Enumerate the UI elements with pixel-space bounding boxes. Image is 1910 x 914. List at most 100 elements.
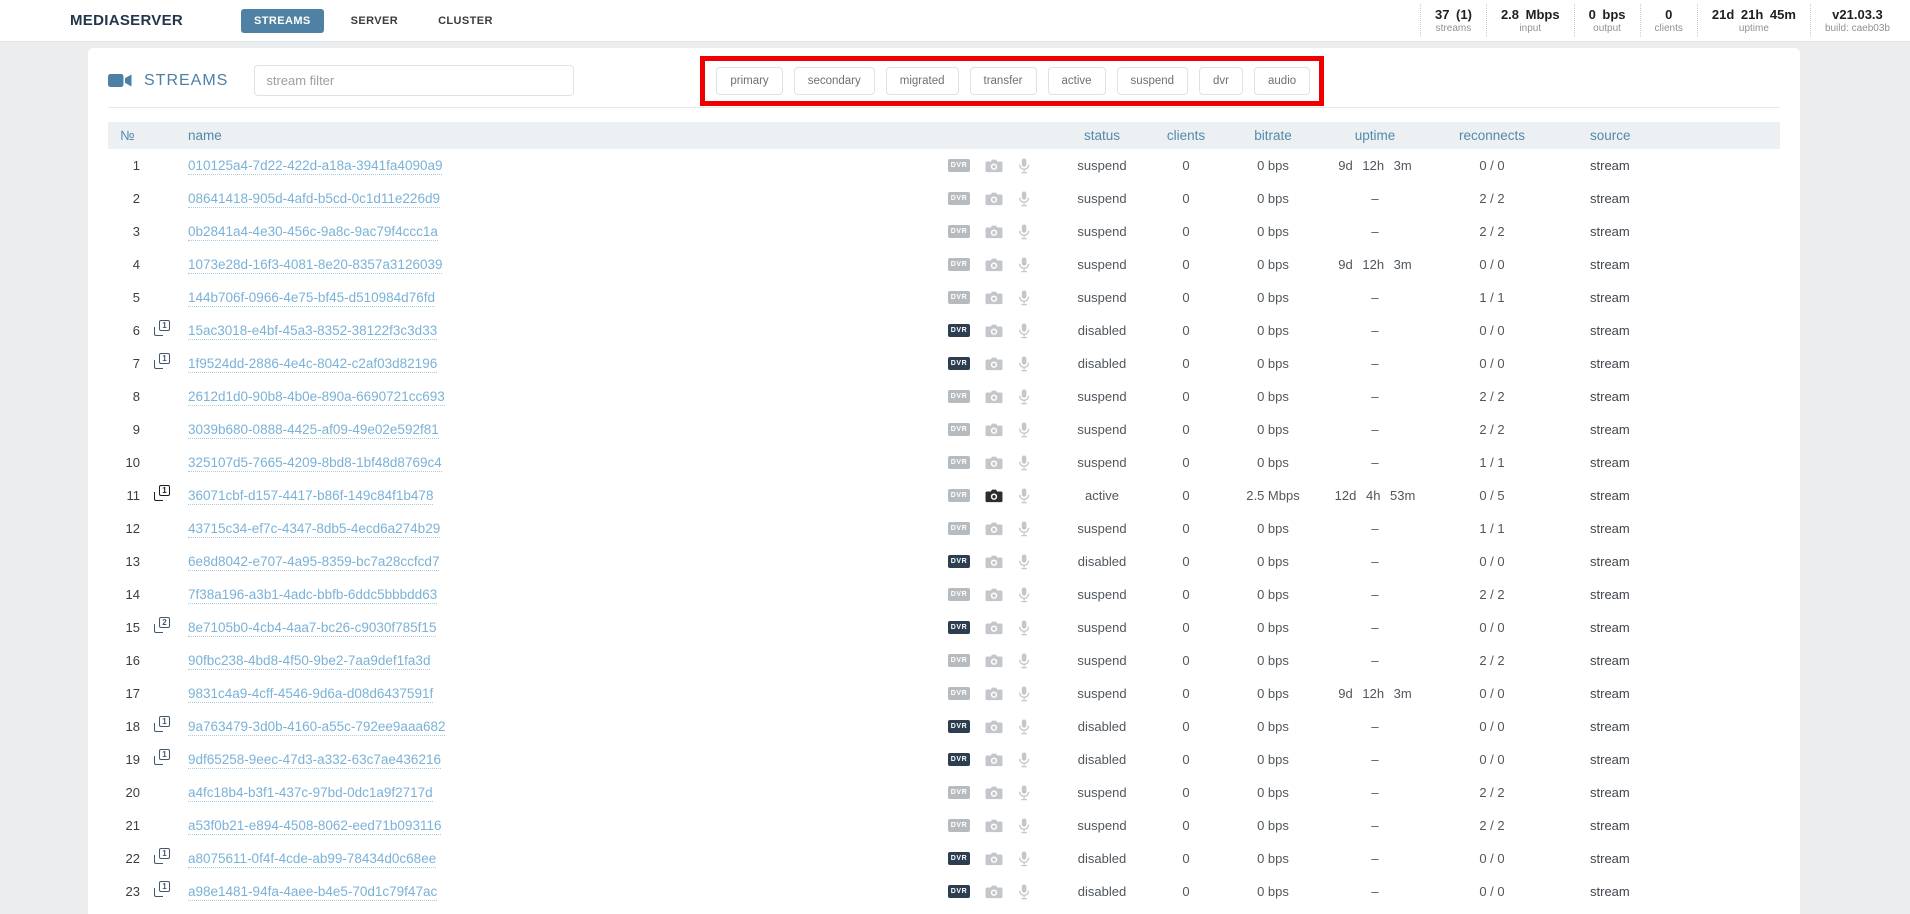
stream-name-link[interactable]: 3039b680-0888-4425-af09-49e02e592f81 [188, 422, 439, 439]
stream-name-link[interactable]: 8e7105b0-4cb4-4aa7-bc26-c9030f785f15 [188, 620, 436, 637]
dvr-badge[interactable]: DVR [948, 291, 970, 304]
dvr-badge[interactable]: DVR [948, 852, 970, 865]
microphone-icon[interactable] [1018, 356, 1030, 372]
stream-name-link[interactable]: 325107d5-7665-4209-8bd8-1bf48d8769c4 [188, 455, 442, 472]
camera-icon[interactable] [985, 851, 1003, 866]
microphone-icon[interactable] [1018, 389, 1030, 405]
dvr-badge[interactable]: DVR [948, 885, 970, 898]
stream-name-link[interactable]: a4fc18b4-b3f1-437c-97bd-0dc1a9f2717d [188, 785, 433, 802]
microphone-icon[interactable] [1018, 158, 1030, 174]
dvr-badge[interactable]: DVR [948, 423, 970, 436]
microphone-icon[interactable] [1018, 785, 1030, 801]
dvr-badge[interactable]: DVR [948, 357, 970, 370]
microphone-icon[interactable] [1018, 191, 1030, 207]
camera-icon[interactable] [985, 158, 1003, 173]
camera-icon[interactable] [985, 686, 1003, 701]
stream-name-link[interactable]: a53f0b21-e894-4508-8062-eed71b093116 [188, 818, 441, 835]
stream-name-link[interactable]: 9831c4a9-4cff-4546-9d6a-d08d6437591f [188, 686, 433, 703]
filter-button-secondary[interactable]: secondary [794, 67, 875, 95]
microphone-icon[interactable] [1018, 653, 1030, 669]
microphone-icon[interactable] [1018, 257, 1030, 273]
filter-button-transfer[interactable]: transfer [970, 67, 1037, 95]
stream-name-link[interactable]: 9a763479-3d0b-4160-a55c-792ee9aaa682 [188, 719, 445, 736]
filter-button-dvr[interactable]: dvr [1199, 67, 1243, 95]
camera-icon[interactable] [985, 224, 1003, 239]
microphone-icon[interactable] [1018, 620, 1030, 636]
camera-icon[interactable] [985, 785, 1003, 800]
microphone-icon[interactable] [1018, 488, 1030, 504]
dvr-badge[interactable]: DVR [948, 786, 970, 799]
microphone-icon[interactable] [1018, 290, 1030, 306]
dvr-badge[interactable]: DVR [948, 753, 970, 766]
camera-icon[interactable] [985, 620, 1003, 635]
stream-name-link[interactable]: 144b706f-0966-4e75-bf45-d510984d76fd [188, 290, 435, 307]
camera-icon[interactable] [985, 422, 1003, 437]
microphone-icon[interactable] [1018, 554, 1030, 570]
filter-button-migrated[interactable]: migrated [886, 67, 959, 95]
camera-icon[interactable] [985, 752, 1003, 767]
dvr-badge[interactable]: DVR [948, 588, 970, 601]
filter-button-suspend[interactable]: suspend [1117, 67, 1188, 95]
tab-server[interactable]: SERVER [338, 9, 411, 33]
camera-icon[interactable] [985, 290, 1003, 305]
camera-icon[interactable] [985, 488, 1003, 503]
microphone-icon[interactable] [1018, 224, 1030, 240]
dvr-badge[interactable]: DVR [948, 258, 970, 271]
camera-icon[interactable] [985, 554, 1003, 569]
tab-cluster[interactable]: CLUSTER [425, 9, 506, 33]
microphone-icon[interactable] [1018, 752, 1030, 768]
dvr-badge[interactable]: DVR [948, 489, 970, 502]
microphone-icon[interactable] [1018, 422, 1030, 438]
microphone-icon[interactable] [1018, 719, 1030, 735]
stream-name-link[interactable]: 15ac3018-e4bf-45a3-8352-38122f3c3d33 [188, 323, 437, 340]
dvr-badge[interactable]: DVR [948, 522, 970, 535]
camera-icon[interactable] [985, 323, 1003, 338]
microphone-icon[interactable] [1018, 851, 1030, 867]
stream-name-link[interactable]: 9df65258-9eec-47d3-a332-63c7ae436216 [188, 752, 441, 769]
stream-name-link[interactable]: 36071cbf-d157-4417-b86f-149c84f1b478 [188, 488, 433, 505]
tab-streams[interactable]: STREAMS [241, 9, 324, 33]
stream-name-link[interactable]: 2612d1d0-90b8-4b0e-890a-6690721cc693 [188, 389, 445, 406]
stream-name-link[interactable]: 1f9524dd-2886-4e4c-8042-c2af03d82196 [188, 356, 437, 373]
camera-icon[interactable] [985, 653, 1003, 668]
dvr-badge[interactable]: DVR [948, 687, 970, 700]
microphone-icon[interactable] [1018, 686, 1030, 702]
dvr-badge[interactable]: DVR [948, 390, 970, 403]
brand-logo[interactable]: MEDIASERVER [70, 12, 183, 29]
dvr-badge[interactable]: DVR [948, 324, 970, 337]
stream-name-link[interactable]: a98e1481-94fa-4aee-b4e5-70d1c79f47ac [188, 884, 437, 901]
stream-name-link[interactable]: 08641418-905d-4afd-b5cd-0c1d11e226d9 [188, 191, 440, 208]
filter-button-audio[interactable]: audio [1254, 67, 1310, 95]
camera-icon[interactable] [985, 521, 1003, 536]
filter-button-active[interactable]: active [1048, 67, 1106, 95]
stream-name-link[interactable]: 010125a4-7d22-422d-a18a-3941fa4090a9 [188, 158, 442, 175]
dvr-badge[interactable]: DVR [948, 819, 970, 832]
camera-icon[interactable] [985, 191, 1003, 206]
camera-icon[interactable] [985, 884, 1003, 899]
camera-icon[interactable] [985, 818, 1003, 833]
camera-icon[interactable] [985, 389, 1003, 404]
camera-icon[interactable] [985, 257, 1003, 272]
dvr-badge[interactable]: DVR [948, 654, 970, 667]
microphone-icon[interactable] [1018, 818, 1030, 834]
stream-name-link[interactable]: 90fbc238-4bd8-4f50-9be2-7aa9def1fa3d [188, 653, 430, 670]
stream-name-link[interactable]: 43715c34-ef7c-4347-8db5-4ecd6a274b29 [188, 521, 440, 538]
camera-icon[interactable] [985, 587, 1003, 602]
stream-name-link[interactable]: 0b2841a4-4e30-456c-9a8c-9ac79f4ccc1a [188, 224, 438, 241]
dvr-badge[interactable]: DVR [948, 192, 970, 205]
dvr-badge[interactable]: DVR [948, 621, 970, 634]
camera-icon[interactable] [985, 455, 1003, 470]
camera-icon[interactable] [985, 356, 1003, 371]
microphone-icon[interactable] [1018, 884, 1030, 900]
dvr-badge[interactable]: DVR [948, 555, 970, 568]
microphone-icon[interactable] [1018, 521, 1030, 537]
stream-name-link[interactable]: a8075611-0f4f-4cde-ab99-78434d0c68ee [188, 851, 436, 868]
dvr-badge[interactable]: DVR [948, 225, 970, 238]
dvr-badge[interactable]: DVR [948, 456, 970, 469]
microphone-icon[interactable] [1018, 587, 1030, 603]
microphone-icon[interactable] [1018, 323, 1030, 339]
microphone-icon[interactable] [1018, 455, 1030, 471]
dvr-badge[interactable]: DVR [948, 720, 970, 733]
stream-filter-input[interactable] [254, 65, 574, 96]
stream-name-link[interactable]: 1073e28d-16f3-4081-8e20-8357a3126039 [188, 257, 442, 274]
